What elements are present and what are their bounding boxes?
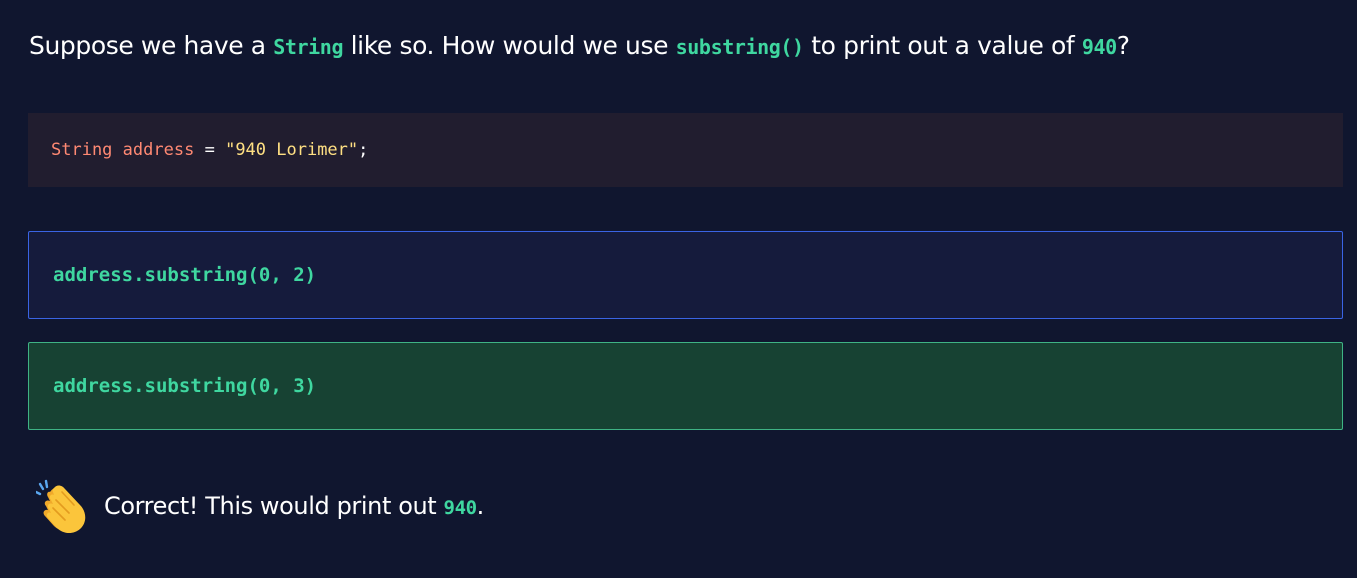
question-code-value: 940 xyxy=(1081,35,1117,59)
feedback-message: Correct! This would print out 940. xyxy=(36,478,484,534)
feedback-text-end: . xyxy=(476,492,485,520)
answer-option-2[interactable]: address.substring(0, 3) xyxy=(28,342,1343,430)
code-terminator-token: ; xyxy=(358,140,369,160)
answer-option-1-code: address.substring(0, 2) xyxy=(53,264,317,286)
code-variable-token: address xyxy=(122,140,195,160)
answer-option-2-code: address.substring(0, 3) xyxy=(53,375,317,397)
answer-option-1[interactable]: address.substring(0, 2) xyxy=(28,231,1343,319)
question-text: Suppose we have a String like so. How wo… xyxy=(29,28,1130,65)
question-code-substring: substring() xyxy=(675,35,804,59)
code-string-token: "940 Lorimer" xyxy=(225,140,359,160)
question-code-string: String xyxy=(273,35,344,59)
question-part-2: like so. How would we use xyxy=(343,31,676,60)
question-part-1: Suppose we have a xyxy=(29,31,274,60)
code-type-token: String xyxy=(51,140,113,160)
code-operator-token: = xyxy=(204,140,215,160)
clapping-hands-icon xyxy=(36,479,86,534)
feedback-text: Correct! This would print out 940. xyxy=(104,492,484,520)
feedback-code-value: 940 xyxy=(443,497,478,519)
code-snippet: String address = "940 Lorimer"; xyxy=(28,113,1343,187)
question-part-4: ? xyxy=(1116,31,1130,60)
question-part-3: to print out a value of xyxy=(803,31,1082,60)
code-line: String address = "940 Lorimer"; xyxy=(51,139,368,161)
feedback-text-main: Correct! This would print out xyxy=(104,492,444,520)
